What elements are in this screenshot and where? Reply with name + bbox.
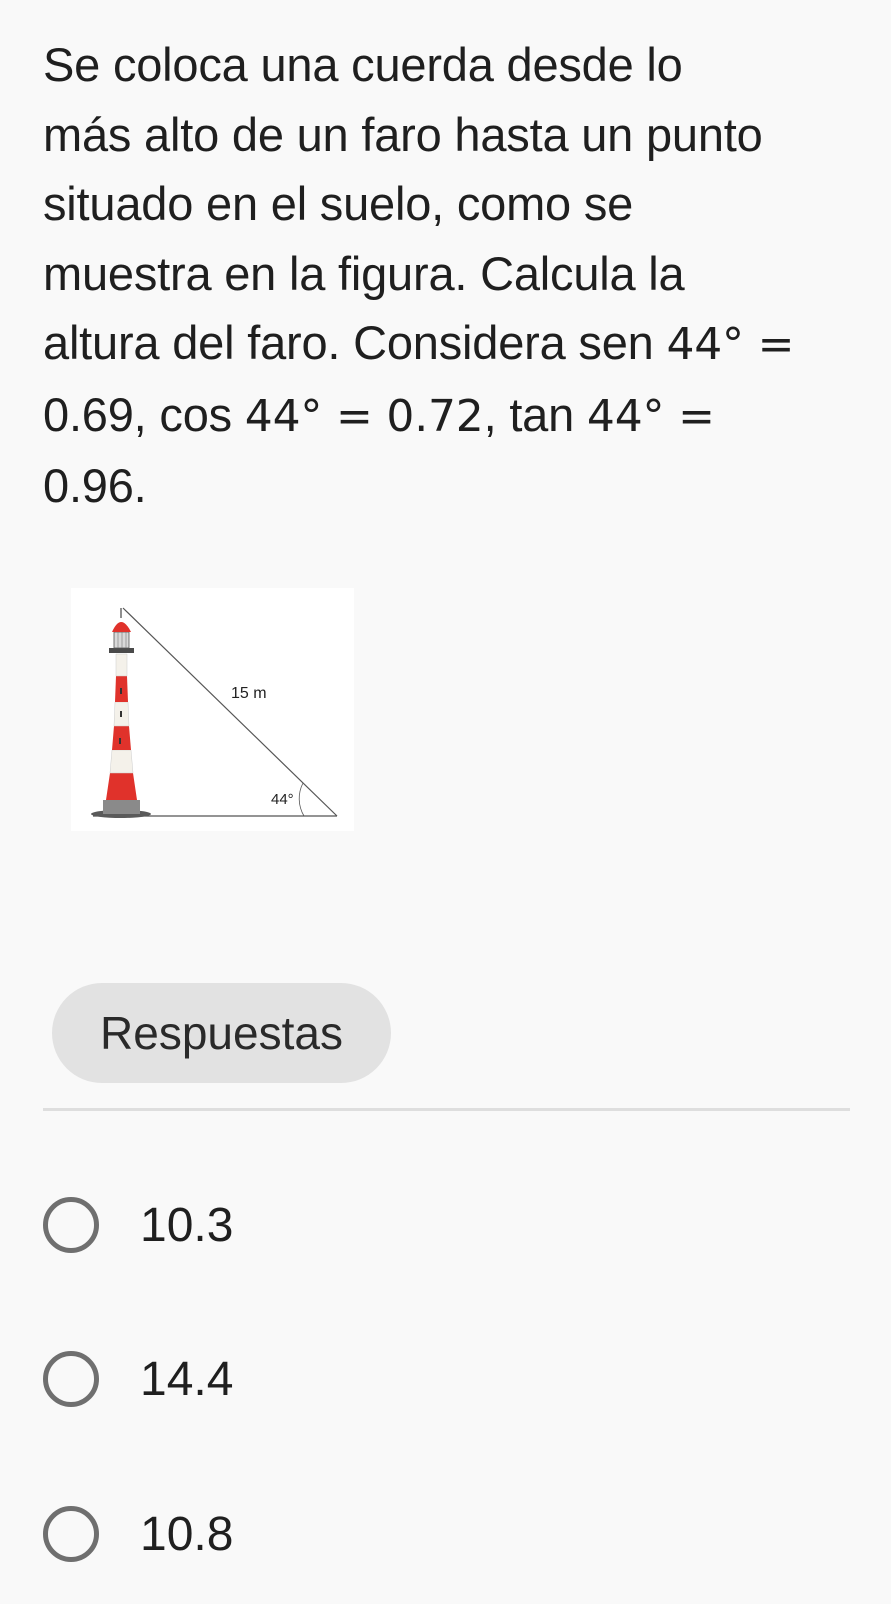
question-text-fragment: altura del faro. Considera sen	[43, 316, 667, 369]
answer-option[interactable]: 10.3	[43, 1193, 233, 1257]
question-line: altura del faro. Considera sen 44° =	[43, 308, 863, 380]
answer-option-label: 10.8	[140, 1507, 234, 1561]
answer-option[interactable]: 10.8	[43, 1502, 233, 1566]
window-icon	[120, 688, 122, 694]
hypotenuse-label: 15 m	[231, 685, 267, 702]
lighthouse-diagram: 15 m 44°	[91, 607, 338, 818]
answer-option-label: 10.3	[140, 1198, 234, 1252]
lantern-room	[113, 631, 130, 649]
radio-button[interactable]	[43, 1506, 99, 1562]
question-line: situado en el suelo, como se	[43, 177, 634, 230]
lighthouse-figure: 15 m 44°	[71, 588, 354, 831]
lighthouse-roof	[112, 622, 131, 632]
answers-chip[interactable]: Respuestas	[52, 983, 391, 1083]
radio-button[interactable]	[43, 1197, 99, 1253]
question-line: 0.96.	[43, 459, 147, 512]
math-expression: 44° =	[586, 390, 715, 442]
tower-stripe-white	[109, 749, 134, 774]
question-text: Se coloca una cuerda desde lo más alto d…	[43, 30, 863, 521]
question-text-fragment: 0.69, cos	[43, 387, 245, 441]
tower-stripe-white	[115, 653, 128, 677]
question-line: más alto de un faro hasta un punto	[43, 107, 763, 161]
tower-stripe-red	[106, 773, 137, 800]
angle-arc	[298, 782, 305, 817]
math-expression: 44° =	[666, 319, 795, 370]
question-line: Se coloca una cuerda desde lo	[43, 38, 683, 91]
lighthouse-plinth	[103, 800, 140, 814]
rope-line	[122, 607, 338, 817]
lighthouse-gallery	[109, 648, 134, 653]
tower-stripe-red	[112, 726, 131, 750]
question-line: muestra en la figura. Calcula la	[43, 246, 685, 300]
window-icon	[120, 711, 122, 717]
answer-option-label: 14.4	[140, 1352, 234, 1406]
angle-label: 44°	[271, 791, 294, 808]
question-text-fragment: , tan	[483, 387, 587, 441]
divider	[43, 1108, 850, 1111]
question-line: 0.69, cos 44° = 0.72, tan 44° =	[43, 380, 863, 452]
answer-option[interactable]: 14.4	[43, 1347, 233, 1411]
window-icon	[119, 738, 121, 744]
radio-button[interactable]	[43, 1351, 99, 1407]
math-expression: 44° = 0.72	[244, 390, 484, 442]
